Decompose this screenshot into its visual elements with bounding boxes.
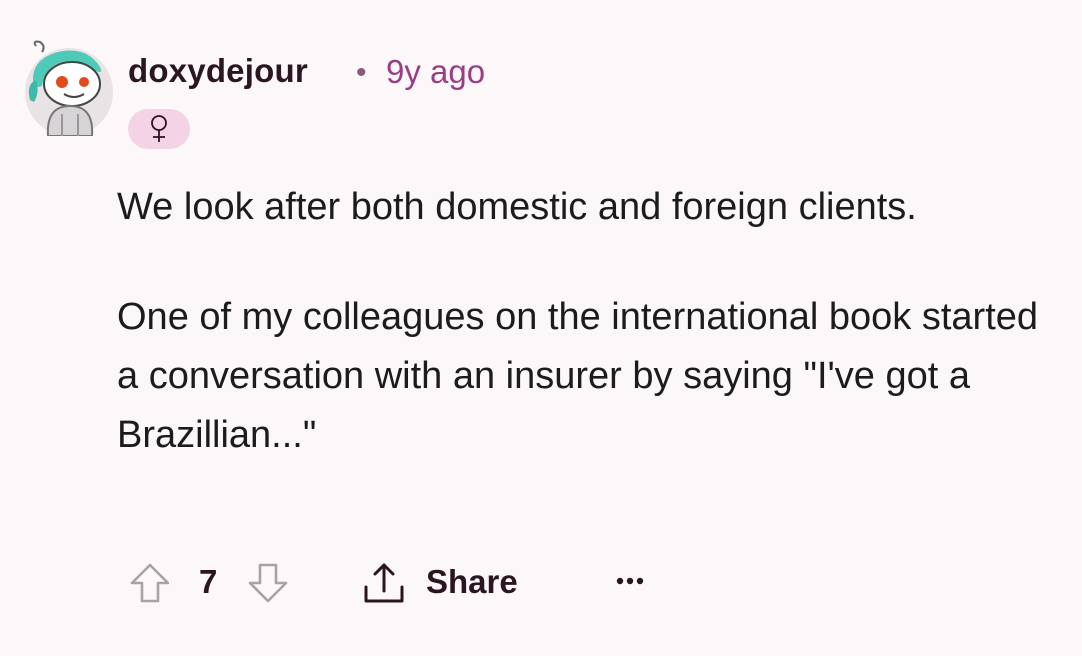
comment-username[interactable]: doxydejour <box>128 52 308 90</box>
comment-body: We look after both domestic and foreign … <box>117 178 1067 465</box>
meta-separator: • <box>356 56 367 89</box>
share-icon <box>364 563 404 603</box>
share-button[interactable] <box>360 559 408 607</box>
user-avatar[interactable] <box>22 40 116 137</box>
more-options-icon <box>616 577 644 585</box>
share-label[interactable]: Share <box>426 563 518 601</box>
downvote-button[interactable] <box>246 561 290 605</box>
comment-timestamp: 9y ago <box>386 53 486 90</box>
vote-score: 7 <box>199 563 218 600</box>
downvote-arrow-icon <box>248 563 288 603</box>
female-symbol-icon <box>151 115 167 142</box>
comment-paragraph: One of my colleagues on the internationa… <box>117 296 1039 456</box>
comment-action-bar: 7 Share <box>128 556 688 610</box>
upvote-arrow-icon <box>130 563 170 603</box>
comment-paragraph: We look after both domestic and foreign … <box>117 186 917 228</box>
avatar-image <box>25 40 113 137</box>
user-flair <box>128 109 190 149</box>
more-options-button[interactable] <box>612 561 652 601</box>
upvote-button[interactable] <box>128 561 172 605</box>
